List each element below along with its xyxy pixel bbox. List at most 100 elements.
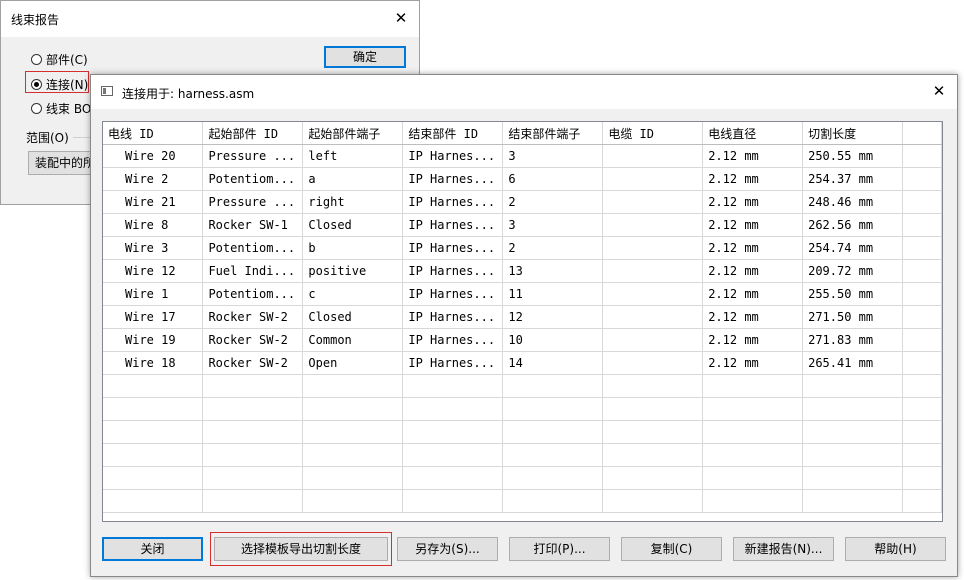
table-header-row: 电线 ID 起始部件 ID 起始部件端子 结束部件 ID 结束部件端子 电缆 I… — [103, 122, 942, 145]
empty-cell — [302, 443, 404, 467]
table-cell: Pressure ... — [202, 144, 304, 168]
title-bar: 线束报告 ✕ — [1, 1, 419, 37]
empty-cell — [802, 466, 904, 490]
empty-cell — [902, 213, 942, 237]
ok-button[interactable]: 确定 — [324, 46, 406, 68]
empty-cell — [502, 443, 604, 467]
table-cell — [602, 351, 704, 375]
table-cell: c — [302, 282, 404, 306]
empty-cell — [602, 443, 704, 467]
table-cell: Pressure ... — [202, 190, 304, 214]
print-button[interactable]: 打印(P)... — [509, 537, 610, 561]
empty-table-row[interactable] — [103, 397, 942, 421]
empty-cell — [103, 420, 204, 444]
table-cell: 12 — [502, 305, 604, 329]
copy-button[interactable]: 复制(C) — [621, 537, 722, 561]
table-cell: 254.37 mm — [802, 167, 904, 191]
table-cell: 2.12 mm — [702, 351, 804, 375]
table-cell: Wire 12 — [103, 259, 204, 283]
empty-cell — [902, 466, 942, 490]
table-cell: right — [302, 190, 404, 214]
table-cell: Common — [302, 328, 404, 352]
radio-parts[interactable]: 部件(C) — [31, 51, 88, 68]
table-row[interactable]: Wire 17 Rocker SW-2 Closed IP Harnes... 12 2.… — [103, 305, 942, 329]
empty-cell — [902, 190, 942, 214]
empty-cell — [103, 489, 204, 513]
table-row[interactable]: Wire 2 Potentiom... a IP Harnes... 6 2.12 mm 2… — [103, 167, 942, 191]
table-cell: Wire 19 — [103, 328, 204, 352]
table-cell — [602, 144, 704, 168]
empty-table-row[interactable] — [103, 420, 942, 444]
column-header[interactable]: 电线 ID — [103, 122, 204, 145]
close-icon[interactable]: ✕ — [929, 81, 949, 101]
table-row[interactable]: Wire 8 Rocker SW-1 Closed IP Harnes... 3 2.12… — [103, 213, 942, 237]
empty-cell — [802, 374, 904, 398]
table-row[interactable]: Wire 3 Potentiom... b IP Harnes... 2 2.12 mm 2… — [103, 236, 942, 260]
new-report-button[interactable]: 新建报告(N)... — [733, 537, 834, 561]
column-header[interactable]: 结束部件 ID — [402, 122, 504, 145]
table-cell: Rocker SW-2 — [202, 328, 304, 352]
column-header[interactable]: 电缆 ID — [602, 122, 704, 145]
table-cell: Potentiom... — [202, 282, 304, 306]
save-as-button[interactable]: 另存为(S)... — [397, 537, 498, 561]
table-cell: Wire 18 — [103, 351, 204, 375]
empty-cell — [902, 282, 942, 306]
empty-cell — [602, 466, 704, 490]
table-cell: Wire 1 — [103, 282, 204, 306]
empty-cell — [202, 443, 304, 467]
empty-cell — [902, 351, 942, 375]
table-row[interactable]: Wire 19 Rocker SW-2 Common IP Harnes... 10 2.… — [103, 328, 942, 352]
empty-cell — [402, 397, 504, 421]
empty-cell — [802, 489, 904, 513]
table-cell: IP Harnes... — [402, 144, 504, 168]
table-cell: positive — [302, 259, 404, 283]
table-cell: Potentiom... — [202, 236, 304, 260]
table-cell: Wire 3 — [103, 236, 204, 260]
close-icon[interactable]: ✕ — [392, 9, 410, 27]
connections-table[interactable]: 电线 ID 起始部件 ID 起始部件端子 结束部件 ID 结束部件端子 电缆 I… — [102, 121, 943, 522]
table-row[interactable]: Wire 18 Rocker SW-2 Open IP Harnes... 14 2.12… — [103, 351, 942, 375]
table-row[interactable]: Wire 12 Fuel Indi... positive IP Harnes... 1… — [103, 259, 942, 283]
empty-cell — [302, 420, 404, 444]
table-cell: 2.12 mm — [702, 190, 804, 214]
column-header[interactable]: 电线直径 — [702, 122, 804, 145]
table-cell: 6 — [502, 167, 604, 191]
table-cell: 2 — [502, 190, 604, 214]
empty-table-row[interactable] — [103, 443, 942, 467]
table-cell: 13 — [502, 259, 604, 283]
empty-cell — [602, 489, 704, 513]
empty-cell — [802, 443, 904, 467]
table-cell — [602, 282, 704, 306]
table-row[interactable]: Wire 20 Pressure ... left IP Harnes... 3 2.12… — [103, 144, 942, 168]
empty-table-row[interactable] — [103, 374, 942, 398]
empty-cell — [302, 374, 404, 398]
table-cell: 2.12 mm — [702, 282, 804, 306]
column-header[interactable]: 结束部件端子 — [502, 122, 604, 145]
table-cell: 255.50 mm — [802, 282, 904, 306]
empty-table-row[interactable] — [103, 466, 942, 490]
empty-cell — [202, 397, 304, 421]
table-cell: 2.12 mm — [702, 305, 804, 329]
empty-cell — [302, 397, 404, 421]
title-bar: 连接用于: harness.asm ✕ — [91, 75, 957, 109]
empty-cell — [902, 397, 942, 421]
dialog-title: 线束报告 — [11, 13, 60, 27]
table-cell: 248.46 mm — [802, 190, 904, 214]
column-header[interactable]: 起始部件端子 — [302, 122, 404, 145]
empty-table-row[interactable] — [103, 489, 942, 513]
column-header[interactable]: 起始部件 ID — [202, 122, 304, 145]
table-cell — [602, 213, 704, 237]
table-cell: 2.12 mm — [702, 213, 804, 237]
empty-cell — [502, 420, 604, 444]
empty-cell — [202, 420, 304, 444]
close-button[interactable]: 关闭 — [102, 537, 203, 561]
column-header[interactable]: 切割长度 — [802, 122, 904, 145]
radio-label: 部件(C) — [46, 53, 88, 67]
help-button[interactable]: 帮助(H) — [845, 537, 946, 561]
radio-harness-bom[interactable]: 线束 BO — [31, 100, 91, 117]
empty-cell — [902, 374, 942, 398]
table-row[interactable]: Wire 1 Potentiom... c IP Harnes... 11 2.12 mm… — [103, 282, 942, 306]
table-row[interactable]: Wire 21 Pressure ... right IP Harnes... 2 2.1… — [103, 190, 942, 214]
empty-cell — [402, 489, 504, 513]
empty-cell — [602, 397, 704, 421]
